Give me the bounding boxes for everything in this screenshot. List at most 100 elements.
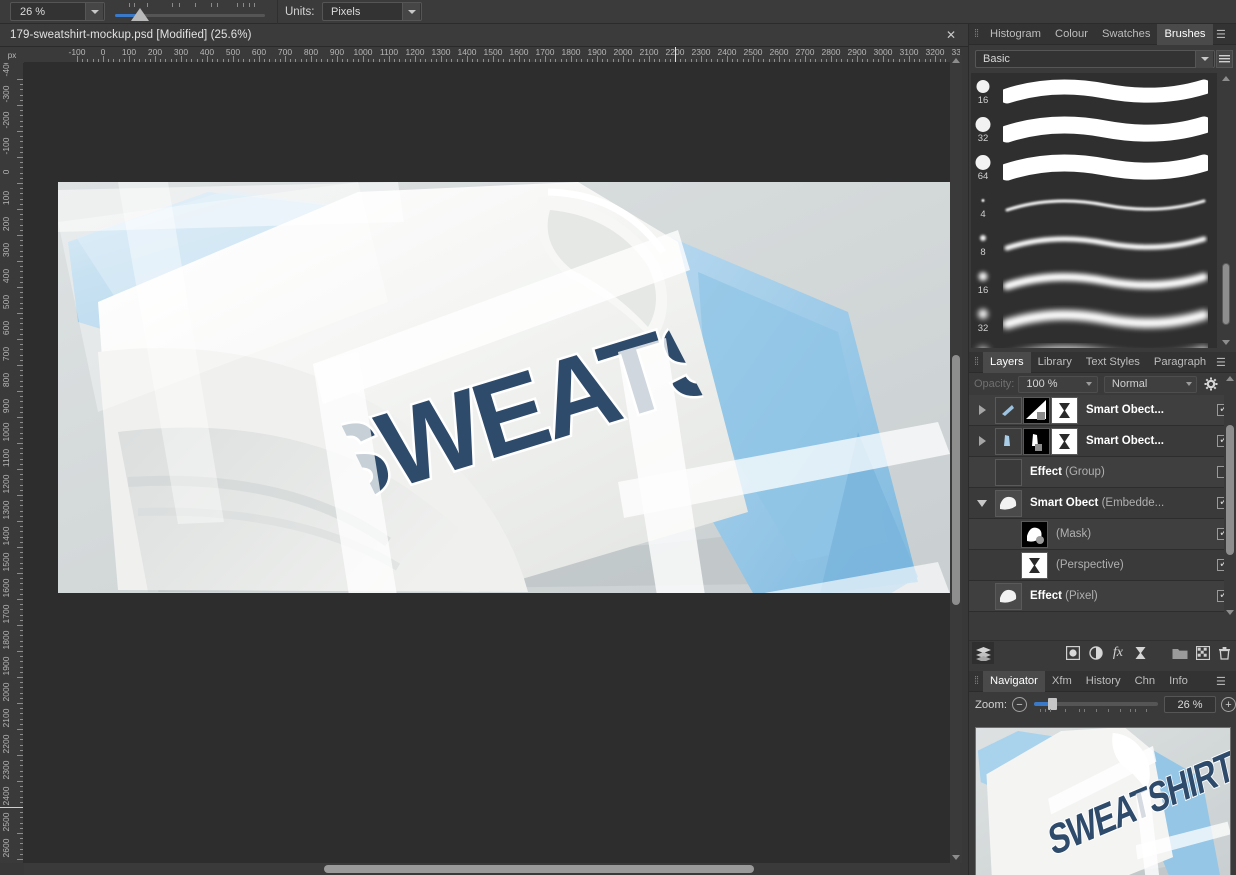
tab-histogram[interactable]: Histogram — [983, 24, 1048, 45]
zoom-level-combo[interactable]: 26 % — [10, 2, 105, 21]
hamburger-menu-icon[interactable]: ☰ — [1216, 675, 1232, 688]
layer-thumbnail[interactable] — [1023, 396, 1050, 424]
layer-name[interactable]: Smart Obect... — [1079, 435, 1210, 447]
vertical-scroll-thumb[interactable] — [952, 355, 960, 605]
panel-grip-icon[interactable]: ⁞⁞ — [969, 28, 983, 40]
navigator-view-rectangle[interactable] — [974, 727, 1231, 875]
list-options-icon[interactable] — [1216, 50, 1233, 68]
tab-xfm[interactable]: Xfm — [1045, 671, 1079, 692]
plus-icon[interactable]: + — [1221, 697, 1236, 712]
zoom-slider-handle[interactable] — [131, 8, 149, 21]
tab-paragraph[interactable]: Paragraph — [1147, 352, 1213, 373]
layer-name[interactable]: Smart Obect (Embedde... — [1023, 497, 1210, 509]
opacity-combo[interactable]: 100 % — [1018, 375, 1098, 393]
layer-thumbnail[interactable] — [995, 458, 1022, 486]
layer-thumbnail[interactable] — [995, 489, 1022, 517]
adjustment-contrast-icon[interactable] — [1085, 642, 1107, 664]
layer-thumbnail[interactable] — [995, 427, 1022, 455]
layer-thumbnail[interactable] — [1051, 427, 1078, 455]
brush-category-combo[interactable]: Basic — [975, 50, 1215, 68]
tab-colour[interactable]: Colour — [1048, 24, 1095, 45]
chevron-down-icon[interactable] — [977, 499, 987, 507]
tab-layers[interactable]: Layers — [983, 351, 1031, 373]
layers-scrollbar[interactable] — [1224, 373, 1236, 618]
layer-row[interactable]: Effect (Pixel) — [969, 581, 1236, 612]
units-combo[interactable]: Pixels — [322, 2, 422, 21]
layer-expand-toggle[interactable] — [969, 499, 995, 507]
ruler-unit-corner[interactable]: px — [0, 47, 24, 63]
layer-thumbnail[interactable] — [995, 582, 1022, 610]
document-tab-title[interactable]: 179-sweatshirt-mockup.psd [Modified] (25… — [10, 29, 252, 41]
layer-expand-toggle[interactable] — [969, 436, 995, 446]
tab-text-styles[interactable]: Text Styles — [1079, 352, 1147, 373]
blend-mode-combo[interactable]: Normal — [1103, 375, 1197, 393]
minus-icon[interactable]: − — [1012, 697, 1028, 712]
chevron-right-icon[interactable] — [978, 436, 986, 446]
layer-thumbnail[interactable] — [1021, 520, 1048, 548]
navigator-zoom-slider[interactable] — [1034, 695, 1159, 715]
fx-icon[interactable]: fx — [1107, 642, 1129, 664]
gear-icon[interactable] — [1204, 377, 1218, 391]
canvas-horizontal-scrollbar[interactable] — [24, 863, 960, 875]
tab-swatches[interactable]: Swatches — [1095, 24, 1158, 45]
tab-navigator[interactable]: Navigator — [983, 670, 1045, 692]
tab-chn[interactable]: Chn — [1128, 671, 1163, 692]
chevron-right-icon[interactable] — [978, 405, 986, 415]
layer-thumbnail[interactable] — [1021, 551, 1048, 579]
brushes-scroll-thumb[interactable] — [1222, 263, 1230, 325]
chevron-down-icon[interactable] — [1181, 377, 1196, 392]
tab-info[interactable]: Info — [1162, 671, 1195, 692]
brush-list[interactable]: 16 32 64 4 8 16 32 64 — [971, 73, 1217, 348]
new-layer-icon[interactable] — [1192, 642, 1214, 664]
layer-row[interactable]: Smart Obect... — [969, 426, 1236, 457]
layer-row[interactable]: Effect (Group) — [969, 457, 1236, 488]
layers-stack-icon[interactable] — [972, 642, 995, 664]
layer-name[interactable]: Smart Obect... — [1079, 404, 1210, 416]
navigator-thumbnail[interactable]: SWEATSHIRT MOCKUP — [970, 717, 1235, 875]
scroll-up-arrow-icon[interactable] — [1226, 376, 1234, 381]
scroll-down-arrow-icon[interactable] — [1222, 340, 1230, 345]
tab-library[interactable]: Library — [1031, 352, 1079, 373]
layer-name[interactable]: Effect (Pixel) — [1023, 590, 1210, 602]
layer-row[interactable]: Smart Obect (Embedde... — [969, 488, 1236, 519]
chevron-down-icon[interactable] — [1082, 377, 1097, 392]
layers-scroll-thumb[interactable] — [1226, 425, 1234, 555]
zoom-slider[interactable] — [115, 0, 270, 24]
chevron-down-icon[interactable] — [1195, 50, 1213, 68]
canvas-vertical-scrollbar[interactable] — [950, 55, 962, 863]
panel-grip-icon[interactable]: ⁞⁞ — [969, 675, 983, 687]
adjustment-fill-icon[interactable] — [1062, 642, 1084, 664]
layer-row[interactable]: Smart Obect... — [969, 395, 1236, 426]
scroll-up-arrow-icon[interactable] — [1222, 76, 1230, 81]
layer-name[interactable]: (Mask) — [1049, 528, 1210, 540]
scroll-down-arrow-icon[interactable] — [952, 855, 960, 860]
brushes-scrollbar[interactable] — [1220, 73, 1232, 348]
layer-name[interactable]: Effect (Group) — [1023, 466, 1210, 478]
scroll-down-arrow-icon[interactable] — [1226, 610, 1234, 615]
hamburger-menu-icon[interactable]: ☰ — [1216, 28, 1232, 41]
tab-history[interactable]: History — [1079, 671, 1128, 692]
mask-icon[interactable] — [1129, 642, 1151, 664]
layer-row[interactable]: (Perspective) — [969, 550, 1236, 581]
hamburger-menu-icon[interactable]: ☰ — [1216, 356, 1232, 369]
layer-name[interactable]: (Perspective) — [1049, 559, 1210, 571]
scroll-up-arrow-icon[interactable] — [952, 58, 960, 63]
canvas-viewport[interactable]: SWEATSHIRT ★★★ FREE MO — [24, 63, 960, 863]
horizontal-ruler[interactable]: -100 0 100 200 300 400 500 600 700 800 900 1000 1100… — [24, 47, 960, 63]
artboard-sweatshirt-mockup[interactable]: SWEATSHIRT ★★★ FREE MO — [58, 182, 950, 593]
layer-thumbnail[interactable] — [1051, 396, 1078, 424]
chevron-down-icon[interactable] — [402, 3, 420, 20]
chevron-down-icon[interactable] — [85, 3, 103, 20]
new-group-icon[interactable] — [1169, 642, 1191, 664]
navigator-zoom-value[interactable]: 26 % — [1164, 696, 1216, 713]
delete-layer-icon[interactable] — [1214, 642, 1236, 664]
layer-row[interactable]: (Mask) — [969, 519, 1236, 550]
layer-thumbnail[interactable] — [1023, 427, 1050, 455]
vertical-ruler[interactable]: -400 -300 -200 -100 0 100 200 300 400 500 600 700 80… — [0, 63, 24, 863]
tab-brushes[interactable]: Brushes — [1157, 23, 1213, 45]
panel-grip-icon[interactable]: ⁞⁞ — [969, 356, 983, 368]
layer-list[interactable]: Smart Obect... Smart Obect... Effect (Gr… — [969, 395, 1236, 640]
layer-expand-toggle[interactable] — [969, 405, 995, 415]
horizontal-scroll-thumb[interactable] — [324, 865, 754, 873]
layer-thumbnail[interactable] — [995, 396, 1022, 424]
